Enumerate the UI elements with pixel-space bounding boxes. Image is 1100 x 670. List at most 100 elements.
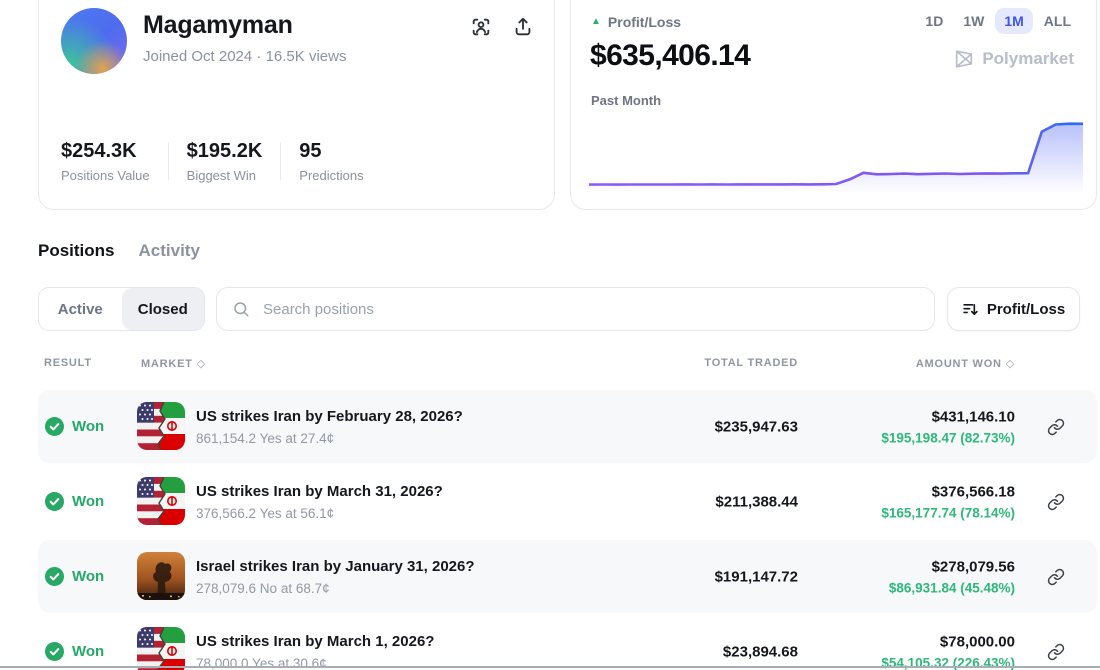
market-cell: US strikes Iran by February 28, 2026? 86…	[196, 408, 463, 446]
search-box	[216, 287, 935, 331]
amount-won-cell: $278,079.56 $86,931.84 (45.48%)	[889, 558, 1015, 595]
check-circle-icon	[45, 492, 64, 511]
link-icon[interactable]	[1047, 568, 1065, 586]
header-result: RESULT	[44, 357, 92, 369]
sort-diamond-icon: ◇	[1006, 358, 1015, 370]
stat-value: $195.2K	[187, 140, 263, 163]
total-traded-value: $23,894.68	[723, 643, 798, 660]
time-range-tabs: 1D 1W 1M ALL	[916, 8, 1080, 34]
username: Magamyman	[143, 11, 293, 40]
table-row[interactable]: Won US strikes Iran by March 31, 2026? 3…	[38, 465, 1097, 538]
status-segmented-control: Active Closed	[38, 287, 205, 331]
polymarket-profile-page: Magamyman Joined Oct 2024 · 16.5K views …	[0, 0, 1100, 670]
stat-value: $254.3K	[61, 140, 150, 163]
result-cell: Won	[45, 540, 104, 613]
stat-positions-value: $254.3K Positions Value	[61, 140, 168, 183]
total-traded-value: $211,388.44	[715, 493, 798, 510]
pnl-chart	[589, 116, 1083, 194]
check-circle-icon	[45, 642, 64, 661]
face-scan-icon	[470, 16, 492, 38]
window-bottom-edge	[0, 666, 1100, 668]
result-cell: Won	[45, 615, 104, 670]
result-label: Won	[72, 643, 104, 660]
profit-value: $165,177.74 (78.14%)	[881, 505, 1015, 520]
market-position: 861,154.2 Yes at 27.4¢	[196, 431, 463, 446]
section-tabs: Positions Activity	[38, 241, 200, 261]
result-cell: Won	[45, 390, 104, 463]
stat-label: Positions Value	[61, 168, 150, 183]
search-icon	[232, 300, 250, 318]
total-traded-value: $235,947.63	[715, 418, 798, 435]
link-icon[interactable]	[1047, 493, 1065, 511]
header-total-traded: TOTAL TRADED	[704, 357, 798, 369]
amount-won-cell: $376,566.18 $165,177.74 (78.14%)	[881, 483, 1015, 520]
stat-label: Biggest Win	[187, 168, 263, 183]
result-label: Won	[72, 418, 104, 435]
pnl-chart-svg	[589, 116, 1083, 194]
amount-won-value: $431,146.10	[881, 408, 1015, 425]
sort-descending-icon	[962, 301, 979, 318]
polymarket-logo-icon	[953, 48, 975, 70]
check-circle-icon	[45, 567, 64, 586]
scan-profile-button[interactable]	[470, 16, 492, 38]
market-title: US strikes Iran by March 1, 2026?	[196, 633, 434, 650]
amount-won-value: $278,079.56	[889, 558, 1015, 575]
profile-stats: $254.3K Positions Value $195.2K Biggest …	[61, 140, 382, 183]
market-image-us-iran-flags	[137, 402, 185, 450]
market-title: US strikes Iran by February 28, 2026?	[196, 408, 463, 425]
range-1d[interactable]: 1D	[916, 8, 952, 34]
range-all[interactable]: ALL	[1035, 8, 1080, 34]
profit-value: $195,198.47 (82.73%)	[881, 430, 1015, 445]
amount-won-cell: $431,146.10 $195,198.47 (82.73%)	[881, 408, 1015, 445]
table-row[interactable]: Won US strikes Iran by March 1, 2026? 78…	[38, 615, 1097, 670]
amount-won-value: $376,566.18	[881, 483, 1015, 500]
stat-divider	[280, 142, 281, 180]
result-cell: Won	[45, 465, 104, 538]
avatar	[61, 8, 127, 74]
sort-diamond-icon: ◇	[197, 358, 206, 370]
link-icon[interactable]	[1047, 643, 1065, 661]
tab-positions[interactable]: Positions	[38, 241, 115, 261]
range-1m[interactable]: 1M	[995, 8, 1032, 34]
tab-activity[interactable]: Activity	[139, 241, 200, 261]
stat-value: 95	[299, 140, 363, 163]
header-amount-won[interactable]: AMOUNT WON◇	[916, 357, 1015, 370]
stat-predictions: 95 Predictions	[299, 140, 381, 183]
pnl-card: ▲ Profit/Loss 1D 1W 1M ALL $635,406.14 P…	[570, 0, 1097, 210]
link-icon[interactable]	[1047, 418, 1065, 436]
pnl-title: Profit/Loss	[608, 14, 681, 30]
header-market[interactable]: MARKET◇	[141, 357, 206, 370]
market-cell: US strikes Iran by March 31, 2026? 376,5…	[196, 483, 443, 521]
table-row[interactable]: Won US strikes Iran by February 28, 2026…	[38, 390, 1097, 463]
pnl-header: ▲ Profit/Loss	[591, 14, 681, 30]
market-cell: US strikes Iran by March 1, 2026? 78,000…	[196, 633, 434, 670]
market-title: Israel strikes Iran by January 31, 2026?	[196, 558, 475, 575]
trend-up-icon: ▲	[591, 17, 601, 27]
market-position: 278,079.6 No at 68.7¢	[196, 581, 475, 596]
market-image-explosion-city	[137, 552, 185, 600]
market-title: US strikes Iran by March 31, 2026?	[196, 483, 443, 500]
range-1w[interactable]: 1W	[954, 8, 993, 34]
sort-by-profit-loss-button[interactable]: Profit/Loss	[947, 287, 1080, 331]
profit-value: $86,931.84 (45.48%)	[889, 580, 1015, 595]
segment-active[interactable]: Active	[39, 288, 122, 330]
sort-button-label: Profit/Loss	[987, 301, 1065, 318]
stat-divider	[168, 142, 169, 180]
market-cell: Israel strikes Iran by January 31, 2026?…	[196, 558, 475, 596]
stat-biggest-win: $195.2K Biggest Win	[187, 140, 281, 183]
segment-closed[interactable]: Closed	[122, 288, 205, 330]
market-image-us-iran-flags	[137, 477, 185, 525]
amount-won-cell: $78,000.00 $54,105.32 (226.43%)	[881, 633, 1015, 670]
total-traded-value: $191,147.72	[715, 568, 798, 585]
market-position: 376,566.2 Yes at 56.1¢	[196, 506, 443, 521]
amount-won-value: $78,000.00	[881, 633, 1015, 650]
profile-meta: Joined Oct 2024 · 16.5K views	[143, 48, 346, 65]
share-profile-button[interactable]	[512, 16, 534, 38]
result-label: Won	[72, 568, 104, 585]
pnl-period: Past Month	[591, 93, 661, 108]
share-upload-icon	[512, 16, 534, 38]
search-input[interactable]	[261, 300, 934, 319]
profile-card: Magamyman Joined Oct 2024 · 16.5K views …	[38, 0, 555, 210]
polymarket-logo-text: Polymarket	[982, 49, 1074, 69]
table-row[interactable]: Won Israel strikes Iran by January 31, 2…	[38, 540, 1097, 613]
